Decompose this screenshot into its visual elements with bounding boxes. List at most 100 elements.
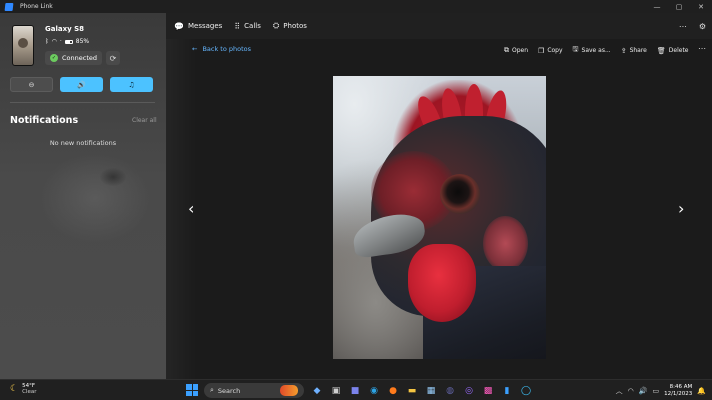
search-highlight-icon <box>280 385 298 396</box>
volume-button[interactable]: 🔊 <box>60 77 103 92</box>
tab-messages[interactable]: 💬 Messages <box>174 22 222 31</box>
close-button[interactable]: ✕ <box>690 0 712 13</box>
connected-badge: ✓ Connected <box>45 51 103 65</box>
photo-wattle <box>408 244 476 322</box>
no-notifications-text: No new notifications <box>49 139 117 147</box>
taskbar-search[interactable]: ⌕ Search <box>204 383 304 398</box>
previous-photo-button[interactable]: ‹ <box>188 199 194 218</box>
wallpaper-background <box>40 153 150 243</box>
store-app-icon[interactable]: ▦ <box>423 383 439 398</box>
battery-level: 85% <box>75 38 90 45</box>
save-icon: 🖫 <box>572 45 579 53</box>
tool-label: Copy <box>547 47 563 54</box>
open-icon: ⧉ <box>504 46 509 54</box>
window-controls: — ▢ ✕ <box>646 0 712 13</box>
edge-app-icon[interactable]: ◉ <box>366 383 382 398</box>
connection-status: ✓ Connected ⟳ <box>45 51 121 65</box>
battery-icon <box>64 39 73 44</box>
do-not-disturb-button[interactable]: ⊖ <box>10 77 53 92</box>
search-icon: ⌕ <box>210 386 214 394</box>
wifi-icon[interactable]: ◠ <box>628 387 634 395</box>
save-as-button[interactable]: 🖫 Save as... <box>573 45 611 56</box>
share-button[interactable]: ⇪ Share <box>621 45 647 56</box>
file-explorer-app-icon[interactable]: ▣ <box>328 383 344 398</box>
calls-icon: ⠿ <box>234 21 241 31</box>
delete-icon: 🗑 <box>656 46 666 55</box>
back-to-photos-link[interactable]: ← Back to photos <box>192 45 251 53</box>
paint-app-icon[interactable]: ▩ <box>480 383 496 398</box>
battery-icon[interactable]: ▭ <box>652 387 659 395</box>
alexa-app-icon[interactable]: ◯ <box>518 383 534 398</box>
volume-icon: 🔊 <box>77 80 86 89</box>
teams-alt-app-icon[interactable]: ◍ <box>442 383 458 398</box>
top-navigation: 💬 Messages ⠿ Calls ⛭ Photos ⋯ ⚙ <box>166 13 712 39</box>
messenger-app-icon[interactable]: ◎ <box>461 383 477 398</box>
device-status-row: ᛒ ◠ · 85% <box>45 38 89 45</box>
start-button[interactable] <box>186 384 198 396</box>
weather-text: 54°F Clear <box>22 383 36 395</box>
clock[interactable]: 8:46 AM 12/1/2023 <box>664 384 692 397</box>
photos-icon: ⛭ <box>272 21 280 30</box>
moon-icon: ☾ <box>10 384 19 394</box>
teams-app-icon[interactable]: ■ <box>347 383 363 398</box>
messages-icon: 💬 <box>174 21 184 31</box>
weather-condition: Clear <box>22 389 37 395</box>
open-button[interactable]: ⧉ Open <box>504 45 528 56</box>
search-label: Search <box>217 386 241 395</box>
next-photo-button[interactable]: › <box>678 199 684 218</box>
music-icon: ♫ <box>128 80 135 89</box>
tab-calls[interactable]: ⠿ Calls <box>234 22 261 31</box>
sync-icon[interactable]: ⟳ <box>106 51 121 65</box>
more-options-icon[interactable]: ⋯ <box>679 22 687 31</box>
nav-actions: ⋯ ⚙ <box>679 13 706 39</box>
music-button[interactable]: ♫ <box>110 77 153 92</box>
photo-image <box>333 76 546 359</box>
back-arrow-icon: ← <box>192 45 198 53</box>
notifications-heading: Notifications <box>10 115 79 126</box>
tab-label: Messages <box>187 22 223 30</box>
copilot-app-icon[interactable]: ◆ <box>309 383 325 398</box>
phone-link-logo-icon <box>4 2 14 11</box>
windows-logo-icon <box>192 384 198 390</box>
tool-label: Open <box>512 47 529 54</box>
do-not-disturb-icon: ⊖ <box>28 80 35 89</box>
tool-label: Save as... <box>581 47 611 54</box>
wallpaper-background-detail <box>100 168 126 186</box>
viewer-more-icon[interactable]: ⋯ <box>698 44 706 53</box>
phone-thumbnail[interactable] <box>12 25 34 66</box>
folder-app-icon[interactable]: ▬ <box>404 383 420 398</box>
minimize-button[interactable]: — <box>646 0 668 13</box>
volume-icon[interactable]: 🔊 <box>639 387 648 395</box>
bluetooth-icon: ᛒ <box>45 38 49 45</box>
tab-label: Calls <box>244 22 261 30</box>
firefox-app-icon[interactable]: ● <box>385 383 401 398</box>
photo-earlobe <box>483 216 528 271</box>
chevron-up-icon[interactable]: ︿ <box>616 386 623 396</box>
tab-photos[interactable]: ⛭ Photos <box>273 21 307 31</box>
windows-logo-icon <box>192 390 198 396</box>
copy-icon: ❐ <box>538 46 545 55</box>
settings-icon[interactable]: ⚙ <box>699 22 706 31</box>
share-icon: ⇪ <box>620 46 627 55</box>
taskbar: ☾ 54°F Clear ⌕ Search ◆ ▣ ■ ◉ ● ▬ ▦ ◍ ◎ ▩ ▮ ◯ ︿ ◠ 🔊… <box>0 379 712 400</box>
device-panel: Galaxy S8 ᛒ ◠ · 85% ✓ Connected ⟳ ⊖ 🔊 ♫ … <box>0 13 166 379</box>
clear-all-button[interactable]: Clear all <box>132 117 157 124</box>
notification-bell-icon[interactable]: 🔔 <box>697 387 706 395</box>
windows-logo-icon <box>186 384 192 390</box>
quick-actions: ⊖ 🔊 ♫ <box>10 77 153 92</box>
weather-widget[interactable]: ☾ 54°F Clear <box>10 383 36 395</box>
tool-label: Delete <box>668 47 689 54</box>
photo-eye <box>440 174 480 214</box>
maximize-button[interactable]: ▢ <box>668 0 690 13</box>
delete-button[interactable]: 🗑 Delete <box>657 45 689 56</box>
check-icon: ✓ <box>50 54 58 62</box>
title-bar: Phone Link — ▢ ✕ <box>0 0 712 13</box>
photo-viewer: ← Back to photos ⧉ Open ❐ Copy 🖫 Save as… <box>166 39 712 379</box>
copy-button[interactable]: ❐ Copy <box>538 45 563 56</box>
tool-label: Share <box>629 47 647 54</box>
windows-logo-icon <box>186 390 192 396</box>
tab-label: Photos <box>283 22 307 30</box>
pinned-apps: ◆ ▣ ■ ◉ ● ▬ ▦ ◍ ◎ ▩ ▮ ◯ <box>309 383 534 398</box>
photo-toolbar: ⧉ Open ❐ Copy 🖫 Save as... ⇪ Share 🗑 Del… <box>504 45 689 56</box>
phone-link-app-icon[interactable]: ▮ <box>499 383 515 398</box>
